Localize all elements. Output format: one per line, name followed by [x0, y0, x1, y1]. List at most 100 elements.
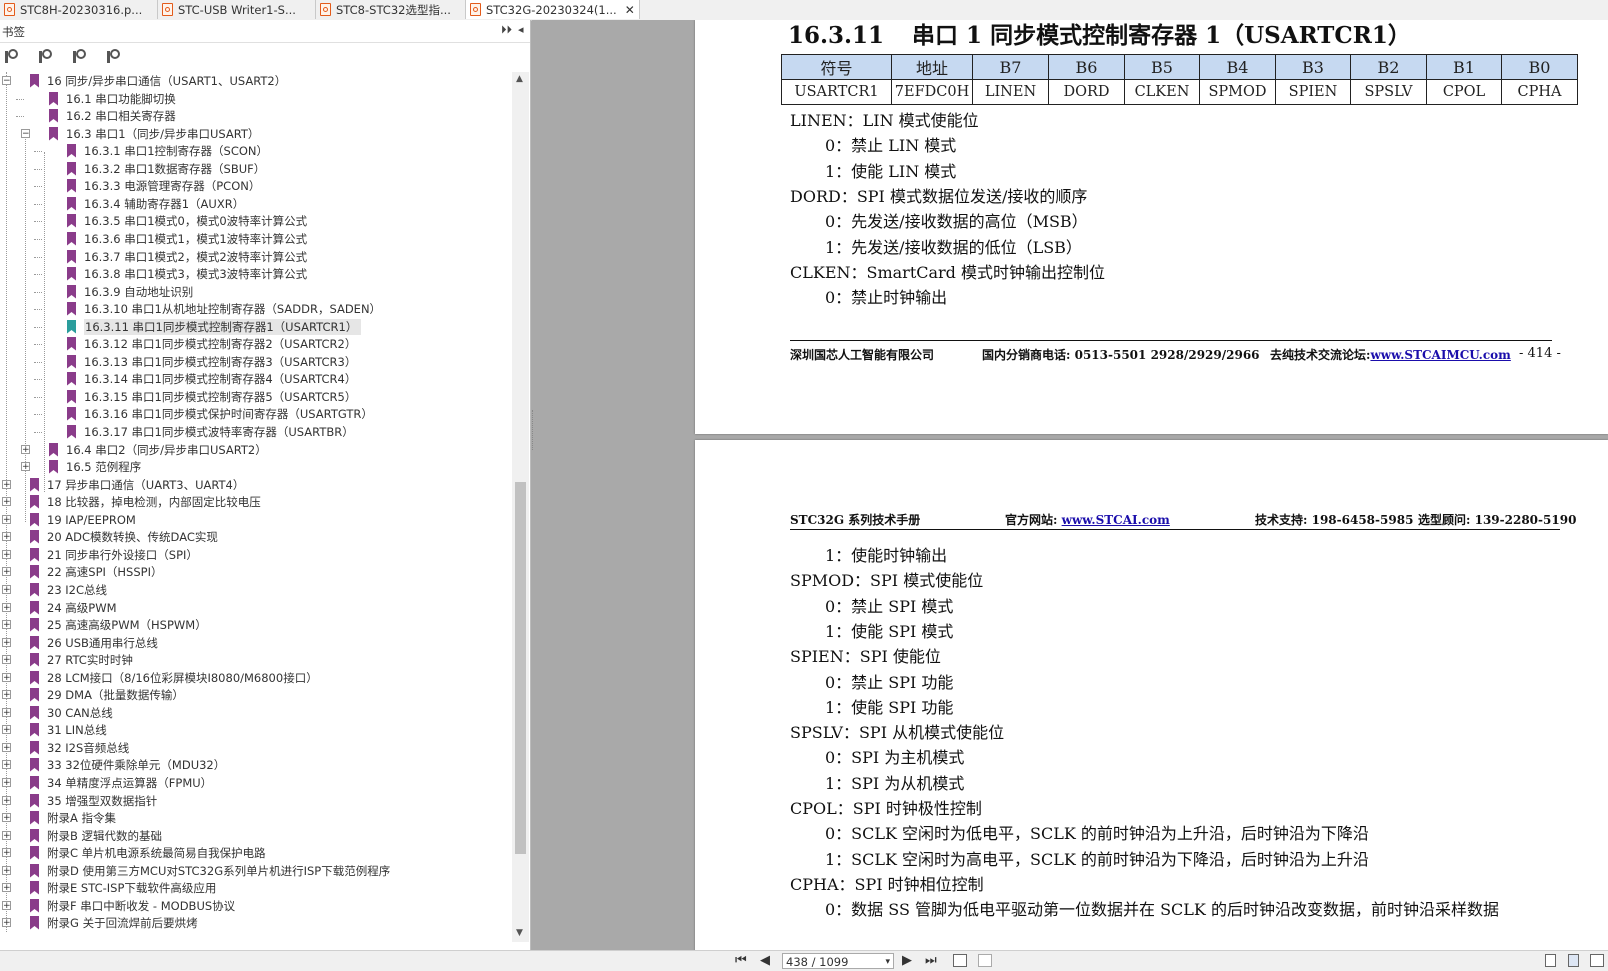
bookmark-item[interactable]: 附录E STC-ISP下载软件高级应用	[30, 879, 216, 896]
bookmark-expand-icon[interactable]	[5, 49, 22, 65]
bookmark-item[interactable]: 16.3.1 串口1控制寄存器（SCON）	[67, 142, 268, 159]
bookmark-item[interactable]: 16.2 串口相关寄存器	[49, 107, 176, 124]
tree-expander-icon[interactable]: +	[2, 708, 11, 718]
bookmark-item[interactable]: 28 LCM接口（8/16位彩屏模块I8080/M6800接口）	[30, 669, 318, 686]
tree-expander-icon[interactable]: +	[2, 848, 11, 858]
tree-expander-icon[interactable]: −	[21, 129, 30, 139]
tree-expander-icon[interactable]: +	[2, 585, 11, 595]
facing-view-icon[interactable]	[1590, 954, 1604, 967]
bookmark-item[interactable]: 22 高速SPI（HSSPI）	[30, 563, 163, 580]
tree-expander-icon[interactable]: +	[2, 778, 11, 788]
bookmark-item[interactable]: 16.3.16 串口1同步模式保护时间寄存器（USARTGTR）	[67, 405, 373, 422]
continuous-view-icon[interactable]	[1568, 954, 1579, 967]
tree-expander-icon[interactable]: +	[2, 813, 11, 823]
tab[interactable]: STC8H-20230316.p...	[0, 0, 158, 19]
tree-expander-icon[interactable]: +	[2, 638, 11, 648]
bookmark-add-icon[interactable]	[73, 49, 90, 65]
bookmark-item[interactable]: 16.3.17 串口1同步模式波特率寄存器（USARTBR）	[67, 423, 354, 440]
scroll-down-icon[interactable]: ▼	[516, 928, 523, 938]
tree-expander-icon[interactable]: −	[2, 76, 11, 86]
bookmark-item[interactable]: 32 I2S音频总线	[30, 739, 129, 756]
bookmark-item[interactable]: 16 同步/异步串口通信（USART1、USART2）	[30, 72, 286, 89]
document-viewer[interactable]: 16.3.11 串口 1 同步模式控制寄存器 1（USARTCR1） 符号 地址 B7…	[532, 20, 1608, 950]
bookmark-item[interactable]: 16.3.7 串口1模式2，模式2波特率计算公式	[67, 248, 307, 265]
bookmark-item[interactable]: 16.3.2 串口1数据寄存器（SBUF）	[67, 160, 265, 177]
bookmark-item[interactable]: 18 比较器，掉电检测，内部固定比较电压	[30, 493, 261, 510]
panel-collapse-icon[interactable]: ◂	[518, 23, 524, 36]
tab[interactable]: STC-USB Writer1-S...	[158, 0, 316, 19]
bookmark-item[interactable]: 16.3.10 串口1从机地址控制寄存器（SADDR，SADEN）	[67, 300, 381, 317]
last-page-icon[interactable]: ⏭	[925, 953, 937, 968]
tree-expander-icon[interactable]: +	[2, 883, 11, 893]
bookmark-item[interactable]: 16.5 范例程序	[49, 458, 141, 475]
bookmark-item[interactable]: 29 DMA（批量数据传输）	[30, 686, 184, 703]
bookmark-item[interactable]: 27 RTC实时时钟	[30, 651, 133, 668]
tree-expander-icon[interactable]: +	[2, 480, 11, 490]
bookmark-item[interactable]: 附录C 单片机电源系统最简易自我保护电路	[30, 844, 266, 861]
scrollbar-thumb[interactable]	[515, 482, 526, 854]
bookmark-item[interactable]: 16.3.15 串口1同步模式控制寄存器5（USARTCR5）	[67, 388, 356, 405]
fit-page-icon[interactable]	[953, 954, 967, 967]
bookmark-item[interactable]: 35 增强型双数据指针	[30, 792, 157, 809]
bookmark-item[interactable]: 23 I2C总线	[30, 581, 107, 598]
bookmark-item[interactable]: 附录D 使用第三方MCU对STC32G系列单片机进行ISP下载范例程序	[30, 862, 390, 879]
bookmark-item[interactable]: 33 32位硬件乘除单元（MDU32）	[30, 756, 225, 773]
bookmark-item[interactable]: 20 ADC模数转换、传统DAC实现	[30, 528, 218, 545]
bookmark-item[interactable]: 16.1 串口功能脚切换	[49, 90, 176, 107]
chevron-down-icon[interactable]: ▾	[885, 954, 890, 970]
first-page-icon[interactable]: ⏮	[735, 953, 747, 968]
tree-expander-icon[interactable]: +	[2, 690, 11, 700]
bookmark-item[interactable]: 附录B 逻辑代数的基础	[30, 827, 162, 844]
tree-expander-icon[interactable]: +	[2, 550, 11, 560]
bookmark-item[interactable]: 24 高级PWM	[30, 599, 117, 616]
bookmark-item[interactable]: 16.3.11 串口1同步模式控制寄存器1（USARTCR1）	[67, 318, 362, 335]
bookmark-item[interactable]: 16.3.9 自动地址识别	[67, 283, 193, 300]
bookmark-item[interactable]: 16.3.4 辅助寄存器1（AUXR）	[67, 195, 244, 212]
bookmark-scrollbar[interactable]: ▲ ▼	[512, 72, 529, 942]
bookmark-item[interactable]: 附录G 关于回流焊前后要烘烤	[30, 914, 198, 931]
bookmark-item[interactable]: 30 CAN总线	[30, 704, 113, 721]
tree-expander-icon[interactable]: +	[2, 725, 11, 735]
scroll-up-icon[interactable]: ▲	[516, 74, 523, 84]
tree-expander-icon[interactable]: +	[21, 462, 30, 472]
panel-splitter[interactable]	[532, 410, 537, 450]
tree-expander-icon[interactable]: +	[2, 866, 11, 876]
bookmark-item[interactable]: 附录A 指令集	[30, 809, 116, 826]
bookmark-item[interactable]: 19 IAP/EEPROM	[30, 511, 136, 528]
tree-expander-icon[interactable]: +	[2, 603, 11, 613]
bookmark-item[interactable]: 16.3.5 串口1模式0，模式0波特率计算公式	[67, 212, 307, 229]
close-icon[interactable]: ✕	[625, 3, 635, 17]
tree-expander-icon[interactable]: +	[2, 673, 11, 683]
rotate-icon[interactable]	[978, 954, 992, 967]
bookmark-item[interactable]: 16.3.13 串口1同步模式控制寄存器3（USARTCR3）	[67, 353, 356, 370]
single-page-view-icon[interactable]	[1545, 954, 1556, 967]
tree-expander-icon[interactable]: +	[2, 515, 11, 525]
bookmark-item[interactable]: 16.3.12 串口1同步模式控制寄存器2（USARTCR2）	[67, 335, 356, 352]
bookmark-find-icon[interactable]	[39, 49, 56, 65]
bookmark-item[interactable]: 26 USB通用串行总线	[30, 634, 158, 651]
bookmark-item[interactable]: 21 同步串行外设接口（SPI）	[30, 546, 198, 563]
bookmark-item[interactable]: 16.3.8 串口1模式3，模式3波特率计算公式	[67, 265, 307, 282]
tree-expander-icon[interactable]: +	[2, 567, 11, 577]
bookmark-options-icon[interactable]	[107, 49, 124, 65]
bookmark-item[interactable]: 31 LIN总线	[30, 721, 107, 738]
tree-expander-icon[interactable]: +	[2, 760, 11, 770]
tab[interactable]: STC32G-20230324(1... ✕	[466, 0, 640, 19]
next-page-icon[interactable]: ▶	[902, 953, 912, 968]
tree-expander-icon[interactable]: +	[2, 831, 11, 841]
tree-expander-icon[interactable]: +	[2, 620, 11, 630]
bookmark-item[interactable]: 17 异步串口通信（UART3、UART4）	[30, 476, 244, 493]
page-number-input[interactable]: 438 / 1099 ▾	[782, 953, 894, 969]
bookmark-item[interactable]: 16.3.3 电源管理寄存器（PCON）	[67, 177, 260, 194]
prev-page-icon[interactable]: ◀	[760, 953, 770, 968]
bookmark-item[interactable]: 16.3 串口1（同步/异步串口USART）	[49, 125, 259, 142]
panel-expand-icon[interactable]: ⏵⏵	[501, 23, 512, 37]
bookmark-item[interactable]: 附录F 串口中断收发 - MODBUS协议	[30, 897, 235, 914]
tree-expander-icon[interactable]: +	[2, 796, 11, 806]
bookmark-item[interactable]: 16.3.14 串口1同步模式控制寄存器4（USARTCR4）	[67, 370, 356, 387]
tab[interactable]: STC8-STC32选型指...	[316, 0, 466, 19]
bookmark-item[interactable]: 16.4 串口2（同步/异步串口USART2）	[49, 441, 267, 458]
site-link[interactable]: www.STCAI.com	[1062, 513, 1170, 527]
tree-expander-icon[interactable]: +	[21, 445, 30, 455]
tree-expander-icon[interactable]: +	[2, 497, 11, 507]
